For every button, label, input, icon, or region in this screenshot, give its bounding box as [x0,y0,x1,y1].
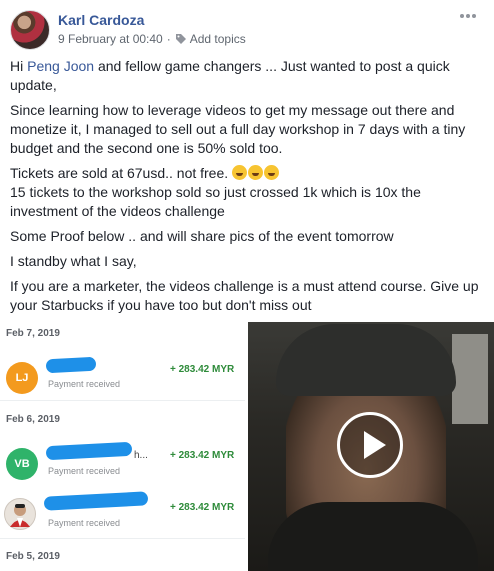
facebook-post: Karl Cardoza 9 February at 00:40 · Add t… [0,0,494,571]
redaction-mark [43,491,149,511]
divider [0,538,245,539]
story-paragraph: Since learning how to leverage videos to… [10,102,466,156]
tickets-sold-text: 15 tickets to the workshop sold so just … [10,184,421,219]
date-label: Feb 6, 2019 [6,414,60,425]
author-name[interactable]: Karl Cardoza [58,12,144,28]
payer-avatar: LJ [6,362,38,394]
payer-avatar: VB [6,448,38,480]
divider [0,400,245,401]
person-cap [276,324,456,396]
tag-icon [175,34,186,44]
standby-paragraph: I standby what I say, [10,253,137,269]
person-icon [10,504,30,527]
payer-photo-avatar [4,498,36,530]
payments-screenshot[interactable]: Feb 7, 2019 LJ Payment received + 283.42… [0,322,245,571]
date-label: Feb 7, 2019 [6,328,60,339]
recommendation-paragraph: If you are a marketer, the videos challe… [10,278,479,313]
payer-name: h... [134,450,148,461]
post-body: Hi Peng Joon and fellow game changers ..… [10,57,486,321]
payment-status: Payment received [48,518,121,528]
mention-link[interactable]: Peng Joon [27,58,94,74]
post-timestamp[interactable]: 9 February at 00:40 [58,32,163,46]
redaction-mark [45,356,97,374]
more-options-icon[interactable] [460,14,476,20]
payment-amount: + 283.42 MYR [170,364,235,375]
ticket-price-text: Tickets are sold at 67usd.. not free. [10,165,229,181]
payment-status: Payment received [48,379,121,389]
person-shirt [268,502,478,571]
date-label: Feb 5, 2019 [6,551,60,562]
grin-emoji-icon [264,165,280,180]
grin-emoji-icon [248,165,264,180]
video-thumbnail[interactable] [248,322,494,571]
author-avatar[interactable] [10,10,50,50]
payment-status: Payment received [48,466,121,476]
play-icon[interactable] [337,412,403,478]
post-meta: 9 February at 00:40 · Add topics [58,32,246,46]
grin-emoji-icon [232,165,248,180]
payment-amount: + 283.42 MYR [170,450,235,461]
payment-amount: + 283.42 MYR [170,502,235,513]
add-topics-link[interactable]: Add topics [190,32,246,46]
meta-separator: · [166,32,171,46]
proof-paragraph: Some Proof below .. and will share pics … [10,228,394,244]
background-window [452,334,488,424]
redaction-mark [45,441,133,461]
tickets-paragraph: Tickets are sold at 67usd.. not free. 15… [10,164,486,221]
greeting-paragraph: Hi Peng Joon and fellow game changers ..… [10,58,450,93]
